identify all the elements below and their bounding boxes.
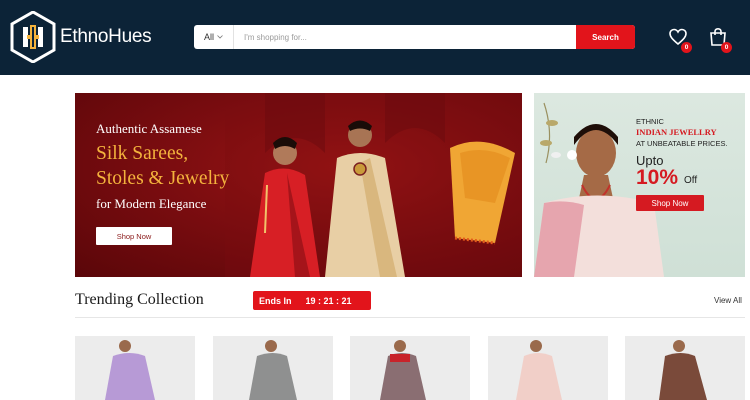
jewellery-headline: INDIAN JEWELLRY bbox=[636, 127, 717, 137]
product-card[interactable] bbox=[213, 336, 333, 400]
product-image bbox=[213, 336, 333, 400]
search-bar: All Search bbox=[194, 25, 635, 49]
wishlist-count-badge: 0 bbox=[681, 42, 692, 53]
product-image bbox=[75, 336, 195, 400]
hero-line-1: Authentic Assamese bbox=[96, 121, 202, 136]
product-grid bbox=[75, 336, 750, 400]
product-image bbox=[488, 336, 608, 400]
product-card[interactable] bbox=[75, 336, 195, 400]
hero-headline-part-1: Silk Sarees, bbox=[96, 143, 189, 164]
ends-in-label: Ends In bbox=[259, 295, 292, 306]
cart-button[interactable]: 0 bbox=[708, 27, 732, 53]
section-divider bbox=[75, 317, 745, 318]
jewellery-banner[interactable]: ETHNIC INDIAN JEWELLRY AT UNBEATABLE PRI… bbox=[534, 93, 745, 277]
jewellery-shop-now-button[interactable]: Shop Now bbox=[636, 195, 704, 211]
product-image bbox=[625, 336, 745, 400]
product-image bbox=[350, 336, 470, 400]
product-card[interactable] bbox=[488, 336, 608, 400]
cart-count-badge: 0 bbox=[721, 42, 732, 53]
product-card[interactable] bbox=[625, 336, 745, 400]
hero-shop-now-button[interactable]: Shop Now bbox=[96, 227, 172, 245]
timer-value: 19 : 21 : 21 bbox=[305, 295, 352, 306]
countdown-timer: Ends In 19 : 21 : 21 bbox=[253, 291, 371, 310]
hero-headline: Silk Sarees, Stoles & Jewelry bbox=[96, 141, 229, 191]
hero-models-image bbox=[225, 93, 522, 277]
hero-banner[interactable]: Authentic Assamese Silk Sarees, Stoles &… bbox=[75, 93, 522, 277]
ethnohues-logo[interactable] bbox=[10, 11, 56, 63]
search-input[interactable] bbox=[238, 27, 568, 47]
header: EthnoHues All Search 0 0 bbox=[0, 0, 750, 75]
hero-headline-part-2: Stoles & Jewelry bbox=[96, 168, 230, 189]
hero-line-3: for Modern Elegance bbox=[96, 196, 207, 211]
wishlist-button[interactable]: 0 bbox=[668, 27, 692, 53]
brand-name[interactable]: EthnoHues bbox=[60, 26, 152, 48]
product-card[interactable] bbox=[350, 336, 470, 400]
search-button[interactable]: Search bbox=[576, 25, 635, 49]
trending-title: Trending Collection bbox=[75, 291, 204, 308]
chevron-down-icon bbox=[217, 35, 223, 39]
jewellery-discount: 10% bbox=[636, 166, 679, 189]
view-all-link[interactable]: View All bbox=[714, 296, 742, 305]
category-dropdown[interactable]: All bbox=[194, 25, 234, 49]
jewellery-line-3: AT UNBEATABLE PRICES. bbox=[636, 139, 728, 148]
category-label: All bbox=[203, 32, 214, 42]
jewellery-line-1: ETHNIC bbox=[636, 117, 664, 126]
jewellery-off: Off bbox=[684, 175, 698, 186]
